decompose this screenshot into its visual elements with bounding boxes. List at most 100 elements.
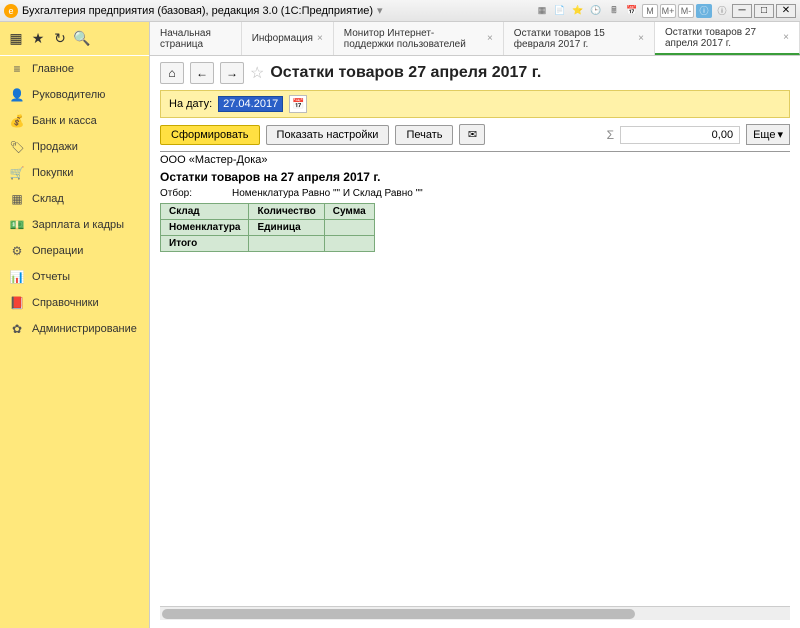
sidebar-item-purchases[interactable]: 🛒 Покупки	[0, 160, 149, 186]
app-icon: e	[4, 4, 18, 18]
forward-button[interactable]: →	[220, 62, 244, 84]
sidebar-item-label: Отчеты	[32, 271, 70, 283]
tabs: Начальная страница Информация × Монитор И…	[150, 22, 800, 56]
more-label: Еще	[753, 129, 775, 141]
sidebar-item-warehouse[interactable]: ▦ Склад	[0, 186, 149, 212]
show-settings-button[interactable]: Показать настройки	[266, 125, 390, 145]
zoom-mplus[interactable]: M+	[660, 4, 676, 18]
th-unit: Единица	[249, 220, 324, 236]
sys-icon-4[interactable]: 🕒	[588, 4, 604, 18]
sidebar-item-main[interactable]: ≡ Главное	[0, 56, 149, 82]
th-empty	[324, 220, 374, 236]
sidebar-item-operations[interactable]: ⚙Операции	[0, 238, 149, 264]
print-button[interactable]: Печать	[395, 125, 453, 145]
tab-monitor[interactable]: Монитор Интернет-поддержки пользователей…	[334, 22, 504, 55]
sidebar-item-salary[interactable]: 💵Зарплата и кадры	[0, 212, 149, 238]
close-icon[interactable]: ×	[638, 33, 644, 44]
tab-label: Начальная страница	[160, 28, 231, 50]
chevron-down-icon: ▾	[777, 128, 783, 141]
tag-icon: 🏷	[10, 140, 24, 154]
sys-icon-5[interactable]: 🖩	[606, 4, 622, 18]
date-input[interactable]: 27.04.2017	[218, 96, 283, 112]
th-sum: Сумма	[324, 204, 374, 220]
search-icon[interactable]: 🔍	[74, 31, 90, 47]
date-bar: На дату: 27.04.2017 📅	[160, 90, 790, 118]
back-button[interactable]: ←	[190, 62, 214, 84]
tab-info[interactable]: Информация ×	[242, 22, 334, 55]
titlebar: e Бухгалтерия предприятия (базовая), ред…	[0, 0, 800, 22]
close-icon[interactable]: ×	[317, 33, 323, 44]
sidebar-item-label: Банк и касса	[32, 115, 97, 127]
history-icon[interactable]: ↻	[52, 31, 68, 47]
sys-icon-6[interactable]: 📅	[624, 4, 640, 18]
sidebar-item-label: Склад	[32, 193, 64, 205]
sys-icon-1[interactable]: ▦	[534, 4, 550, 18]
sidebar-item-reports[interactable]: 📊 Отчеты	[0, 264, 149, 290]
menu-icon: ≡	[10, 62, 24, 76]
sys-icon-3[interactable]: ⭐	[570, 4, 586, 18]
sidebar-item-label: Руководителю	[32, 89, 105, 101]
sidebar-item-label: Продажи	[32, 141, 78, 153]
home-button[interactable]: ⌂	[160, 62, 184, 84]
sidebar-item-label: Главное	[32, 63, 74, 75]
sum-value[interactable]: 0,00	[620, 126, 740, 144]
toolbar: Сформировать Показать настройки Печать ✉…	[160, 118, 790, 151]
scrollbar-thumb[interactable]	[162, 609, 635, 619]
tab-apr[interactable]: Остатки товаров 27 апреля 2017 г. ×	[655, 22, 800, 55]
star-icon[interactable]: ★	[30, 31, 46, 47]
sidebar-item-label: Покупки	[32, 167, 73, 179]
sidebar-item-sales[interactable]: 🏷 Продажи	[0, 134, 149, 160]
tab-start[interactable]: Начальная страница	[150, 22, 242, 55]
sys-icon-2[interactable]: 📄	[552, 4, 568, 18]
more-button[interactable]: Еще▾	[746, 124, 790, 145]
money-icon: 💰	[10, 114, 24, 128]
gear-icon: ⚙	[10, 244, 24, 258]
settings-icon: ✿	[10, 322, 24, 336]
generate-button[interactable]: Сформировать	[160, 125, 260, 145]
book-icon: 📕	[10, 296, 24, 310]
favorite-icon[interactable]: ☆	[250, 63, 264, 83]
tab-label: Монитор Интернет-поддержки пользователей	[344, 28, 483, 50]
dropdown-icon[interactable]: ▾	[377, 4, 383, 17]
page-title: Остатки товаров 27 апреля 2017 г.	[270, 64, 541, 82]
zoom-mminus[interactable]: M-	[678, 4, 694, 18]
sidebar-item-manager[interactable]: 👤 Руководителю	[0, 82, 149, 108]
report-title: Остатки товаров на 27 апреля 2017 г.	[160, 168, 790, 186]
sidebar: ▦ ★ ↻ 🔍 ≡ Главное 👤 Руководителю 💰 Банк и к…	[0, 22, 150, 628]
tab-label: Остатки товаров 27 апреля 2017 г.	[665, 27, 779, 49]
sidebar-item-label: Администрирование	[32, 323, 137, 335]
mail-button[interactable]: ✉	[459, 124, 485, 145]
maximize-button[interactable]: □	[754, 4, 774, 18]
person-icon: 👤	[10, 88, 24, 102]
minimize-button[interactable]: ─	[732, 4, 752, 18]
cart-icon: 🛒	[10, 166, 24, 180]
sidebar-item-catalogs[interactable]: 📕 Справочники	[0, 290, 149, 316]
calendar-icon[interactable]: 📅	[289, 95, 307, 113]
sidebar-item-bank[interactable]: 💰 Банк и касса	[0, 108, 149, 134]
close-icon[interactable]: ×	[487, 33, 493, 44]
chart-icon: 📊	[10, 270, 24, 284]
close-icon[interactable]: ×	[783, 32, 789, 43]
content: Начальная страница Информация × Монитор И…	[150, 22, 800, 628]
report-org: ООО «Мастер-Дока»	[160, 152, 790, 168]
th-warehouse: Склад	[161, 204, 249, 220]
close-button[interactable]: ✕	[776, 4, 796, 18]
report: ООО «Мастер-Дока» Остатки товаров на 27 …	[160, 151, 790, 252]
tab-label: Информация	[252, 33, 313, 44]
grid-icon: ▦	[10, 192, 24, 206]
sidebar-item-label: Справочники	[32, 297, 99, 309]
app-title: Бухгалтерия предприятия (базовая), редак…	[22, 5, 373, 17]
tab-label: Остатки товаров 15 февраля 2017 г.	[514, 28, 634, 50]
help-icon[interactable]: ⓘ	[696, 4, 712, 18]
sum-icon: Σ	[607, 128, 614, 142]
td-total-qty	[249, 236, 324, 252]
sidebar-item-admin[interactable]: ✿ Администрирование	[0, 316, 149, 342]
zoom-m[interactable]: M	[642, 4, 658, 18]
sidebar-item-label: Зарплата и кадры	[32, 219, 124, 231]
apps-icon[interactable]: ▦	[8, 31, 24, 47]
td-total-sum	[324, 236, 374, 252]
tab-feb[interactable]: Остатки товаров 15 февраля 2017 г. ×	[504, 22, 655, 55]
filter-label: Отбор:	[160, 188, 192, 199]
horizontal-scrollbar[interactable]	[160, 606, 790, 620]
info-icon[interactable]: ⓘ	[714, 4, 730, 18]
